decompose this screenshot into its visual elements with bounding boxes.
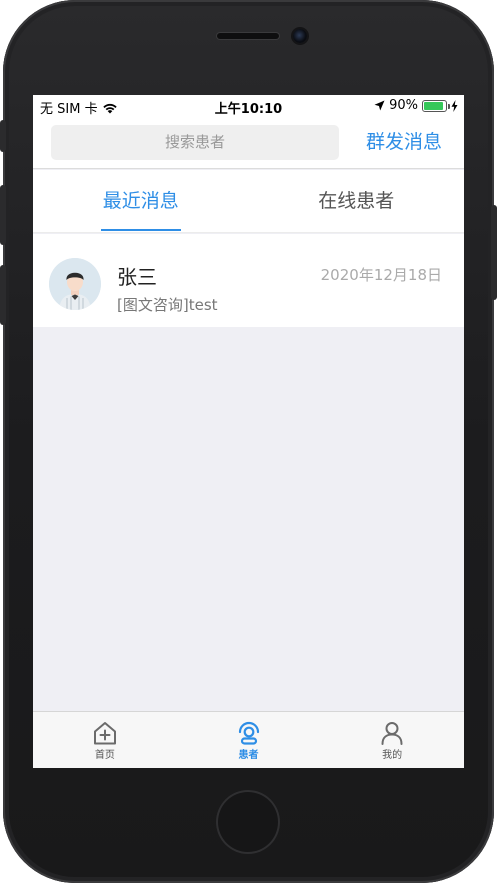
list-item[interactable]: 张三 2020年12月18日 [图文咨询]test (33, 234, 464, 327)
charging-icon (451, 99, 458, 112)
battery-percent: 90% (389, 98, 418, 113)
battery-icon (422, 99, 450, 112)
patient-search-input[interactable]: 搜索患者 (51, 125, 339, 160)
message-date: 2020年12月18日 (320, 266, 442, 284)
tab-online-patients[interactable]: 在线患者 (249, 170, 465, 232)
message-preview: [图文咨询]test (117, 296, 218, 314)
earpiece-speaker (217, 33, 279, 39)
tabbar-item-mine[interactable]: 我的 (320, 712, 464, 768)
volume-down-button (0, 265, 6, 325)
status-bar: 无 SIM 卡 上午10:10 90% (33, 95, 464, 117)
location-arrow-icon (374, 100, 385, 111)
segment-tabs: 最近消息 在线患者 (33, 170, 464, 233)
app-screen: 无 SIM 卡 上午10:10 90% 搜索患者 群发消息 最近消息 在线患者 … (33, 95, 464, 768)
home-button[interactable] (216, 790, 280, 854)
tab-label: 最近消息 (102, 190, 179, 212)
volume-up-button (0, 185, 6, 245)
tab-label: 在线患者 (318, 190, 395, 212)
bottom-tab-bar: 首页 患者 我的 (33, 711, 464, 768)
avatar (49, 258, 101, 310)
front-camera (293, 29, 307, 43)
person-avatar-icon (49, 258, 101, 310)
active-tab-indicator (101, 229, 181, 231)
home-plus-icon (93, 722, 116, 745)
power-button (491, 205, 497, 300)
battery-level-fill (424, 101, 443, 110)
person-icon (381, 722, 403, 745)
patient-name: 张三 (117, 265, 157, 289)
top-header: 搜索患者 群发消息 (33, 117, 464, 169)
tabbar-label: 我的 (382, 750, 403, 761)
mute-switch (0, 120, 6, 152)
message-list: 张三 2020年12月18日 [图文咨询]test (33, 234, 464, 327)
tabbar-label: 患者 (238, 750, 259, 761)
tab-recent-messages[interactable]: 最近消息 (33, 170, 249, 232)
broadcast-message-button[interactable]: 群发消息 (366, 125, 442, 160)
tabbar-label: 首页 (94, 750, 115, 761)
patient-icon (238, 721, 259, 745)
tabbar-item-home[interactable]: 首页 (33, 712, 177, 768)
tabbar-item-patients[interactable]: 患者 (177, 712, 321, 768)
